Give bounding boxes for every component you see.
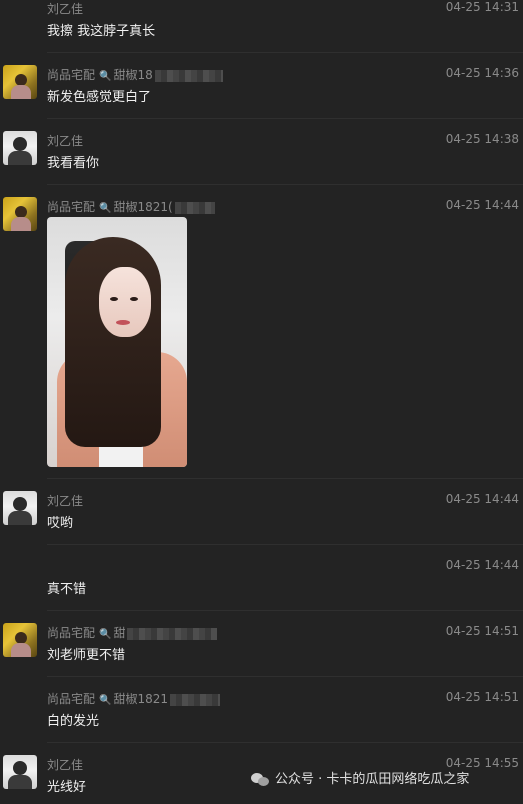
photo-eye	[130, 297, 138, 301]
magnifier-icon: 🔍	[99, 695, 112, 706]
sender-name: 刘乙佳	[47, 2, 84, 16]
redaction-blur	[174, 201, 215, 214]
message-row: 刘乙佳 04-25 14:31 我擦 我这脖子真长	[0, 0, 523, 50]
message-text[interactable]: 我擦 我这脖子真长	[47, 20, 155, 39]
avatar[interactable]	[3, 131, 37, 165]
message-text[interactable]: 刘老师更不错	[47, 644, 125, 663]
divider	[47, 52, 523, 53]
sender-extra: 甜椒18	[113, 68, 153, 82]
message-row: 尚品宅配 🔍 甜 04-25 14:51 刘老师更不错	[0, 622, 523, 672]
redaction-blur	[170, 693, 221, 706]
divider	[47, 544, 523, 545]
avatar[interactable]	[3, 755, 37, 789]
message-text[interactable]: 我看看你	[47, 152, 99, 171]
photo-lip	[116, 320, 130, 325]
sender-name: 尚品宅配 🔍 甜椒1821	[47, 690, 221, 707]
sender-name: 刘乙佳	[47, 134, 84, 148]
sender-name: 尚品宅配 🔍 甜椒1821(	[47, 198, 215, 215]
sender-extra: 甜椒1821	[113, 692, 169, 706]
message-row: 尚品宅配 🔍 甜椒1821 04-25 14:51 白的发光	[0, 688, 523, 738]
sender-nick: 尚品宅配	[47, 626, 96, 640]
sender-name: 尚品宅配 🔍 甜	[47, 624, 218, 641]
message-text[interactable]: 真不错	[47, 578, 86, 597]
avatar[interactable]	[3, 197, 37, 231]
divider	[47, 184, 523, 185]
sender-nick: 尚品宅配	[47, 68, 96, 82]
divider	[47, 742, 523, 743]
message-text[interactable]: 光线好	[47, 776, 86, 795]
redaction-blur	[127, 627, 218, 640]
message-text[interactable]: 新发色感觉更白了	[47, 86, 151, 105]
photo-face	[99, 267, 151, 337]
avatar[interactable]	[3, 65, 37, 99]
message-time: 04-25 14:51	[445, 690, 519, 704]
message-time: 04-25 14:36	[445, 66, 519, 80]
sender-name: 刘乙佳	[47, 758, 84, 772]
sender-extra: 甜椒1821(	[113, 200, 173, 214]
message-time: 04-25 14:31	[445, 0, 519, 14]
message-time: 04-25 14:44	[445, 558, 519, 572]
avatar[interactable]	[3, 491, 37, 525]
photo-message[interactable]	[47, 217, 187, 467]
message-time: 04-25 14:51	[445, 624, 519, 638]
watermark: 公众号 · 卡卡的瓜田网络吃瓜之家	[251, 768, 469, 787]
sender-nick: 尚品宅配	[47, 200, 96, 214]
redaction-blur	[154, 69, 223, 82]
photo-eye	[110, 297, 118, 301]
sender-nick: 尚品宅配	[47, 692, 96, 706]
message-time: 04-25 14:44	[445, 198, 519, 212]
watermark-text: 公众号 · 卡卡的瓜田网络吃瓜之家	[275, 772, 470, 787]
wechat-icon	[251, 772, 269, 787]
sender-name: 尚品宅配 🔍 甜椒18	[47, 66, 223, 83]
magnifier-icon: 🔍	[99, 629, 112, 640]
message-time: 04-25 14:38	[445, 132, 519, 146]
message-row: 04-25 14:44 真不错	[0, 556, 523, 606]
message-row: 刘乙佳 04-25 14:38 我看看你	[0, 130, 523, 180]
divider	[47, 676, 523, 677]
magnifier-icon: 🔍	[99, 71, 112, 82]
divider	[47, 478, 523, 479]
message-text[interactable]: 哎哟	[47, 512, 73, 531]
avatar[interactable]	[3, 623, 37, 657]
message-time: 04-25 14:44	[445, 492, 519, 506]
sender-name: 刘乙佳	[47, 494, 84, 508]
sender-extra: 甜	[113, 626, 126, 640]
message-row: 刘乙佳 04-25 14:44 哎哟	[0, 490, 523, 540]
divider	[47, 610, 523, 611]
magnifier-icon: 🔍	[99, 203, 112, 214]
message-row: 尚品宅配 🔍 甜椒18 04-25 14:36 新发色感觉更白了	[0, 64, 523, 114]
divider	[47, 118, 523, 119]
message-text[interactable]: 白的发光	[47, 710, 99, 729]
